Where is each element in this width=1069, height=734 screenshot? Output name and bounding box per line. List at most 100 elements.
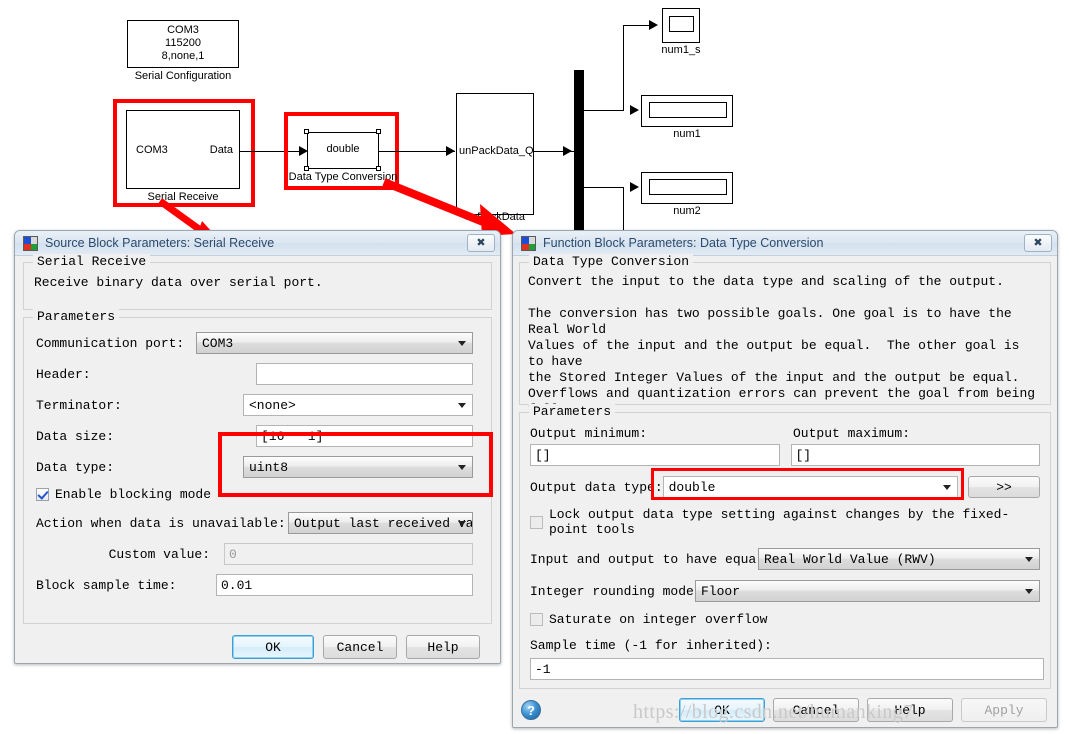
sample-time-input[interactable] [530,658,1044,680]
row-lock-output-data-type[interactable]: Lock output data type setting against ch… [530,507,1040,537]
chevron-down-icon [943,485,951,490]
block-display-num2[interactable] [641,172,733,204]
custom-value-input[interactable] [224,543,473,565]
label-terminator: Terminator: [36,397,122,413]
serial-config-line-1: COM3 [167,24,199,36]
arrow-into-num1s [649,20,658,30]
arrow-into-num1 [630,105,639,115]
label-input-output-equal: Input and output to have equal: [530,551,772,567]
bus-selector-bar[interactable] [574,70,584,230]
communication-port-dropdown[interactable]: COM3 [196,332,473,354]
label-header: Header: [36,366,91,382]
simulink-icon [521,235,536,251]
label-block-sample-time: Block sample time: [36,577,177,593]
row-data-size: Data size: [36,425,481,447]
groupbox-parameters-serial-receive: Parameters Communication port: COM3 Head… [23,309,492,624]
lock-output-data-type-checkbox[interactable] [530,515,543,529]
row-output-data-type: Output data type: double >> [530,476,1040,498]
block-display-num1-s[interactable] [662,8,700,43]
output-maximum-input[interactable] [790,444,1040,466]
num2-readout [649,179,727,195]
simulink-canvas[interactable]: COM3 115200 8,none,1 Serial Configuratio… [0,0,1069,243]
num1-readout [649,102,727,118]
saturate-on-overflow-checkbox[interactable] [530,613,543,626]
label-output-maximum: Output maximum: [793,426,911,441]
selection-handle-tl[interactable] [304,129,309,134]
integer-rounding-mode-value: Floor [701,583,741,599]
label-enable-blocking-mode: Enable blocking mode [55,487,212,502]
function-block-parameters-dialog[interactable]: Function Block Parameters: Data Type Con… [512,230,1058,728]
groupbox-title-parameters-dtc: Parameters [529,404,616,419]
block-serial-receive[interactable]: COM3 Data [126,110,240,189]
serial-receive-port-in: COM3 [136,144,168,156]
row-terminator: Terminator: <none> [36,394,481,416]
row-data-type: Data type: uint8 [36,456,481,478]
row-enable-blocking-mode[interactable]: Enable blocking mode [36,487,481,502]
action-unavailable-dropdown[interactable]: Output last received value [288,512,473,534]
help-button[interactable]: Help [867,698,953,722]
dialog-title-serial-receive: Source Block Parameters: Serial Receive [45,236,275,250]
selection-handle-tr[interactable] [376,129,381,134]
help-icon[interactable]: ? [521,700,541,720]
dialog-title-data-type-conversion: Function Block Parameters: Data Type Con… [543,236,824,250]
terminator-dropdown[interactable]: <none> [243,394,473,416]
groupbox-serial-receive-description: Serial Receive Receive binary data over … [23,254,492,310]
input-output-equal-value: Real World Value (RWV) [764,551,936,567]
output-data-type-dropdown[interactable]: double [662,476,958,498]
chevron-down-icon [458,465,466,470]
output-data-type-value: double [668,479,716,495]
label-communication-port: Communication port: [36,335,185,351]
dialog-body-data-type-conversion: Data Type Conversion Convert the input t… [513,254,1057,730]
num1s-readout [669,16,694,32]
apply-button[interactable]: Apply [961,698,1047,722]
row-saturate-on-overflow[interactable]: Saturate on integer overflow [530,612,1040,627]
show-data-type-assistant-button[interactable]: >> [968,476,1040,498]
wire-bus-branch-bottom [584,187,624,188]
block-data-type-conversion[interactable]: double [307,132,379,169]
block-sample-time-input[interactable] [216,574,473,596]
input-output-equal-dropdown[interactable]: Real World Value (RWV) [758,548,1040,570]
wire-bus-branch-top [584,110,624,111]
serial-receive-description: Receive binary data over serial port. [34,275,323,290]
dialog-titlebar-data-type-conversion[interactable]: Function Block Parameters: Data Type Con… [513,231,1057,256]
simulink-icon [23,235,38,251]
wire-dtc-to-unpackdata [379,151,455,152]
label-output-data-type: Output data type: [530,479,663,495]
row-header: Header: [36,363,481,385]
ok-button[interactable]: OK [232,635,314,659]
dialog-titlebar-serial-receive[interactable]: Source Block Parameters: Serial Receive … [15,231,500,256]
dtc-text: double [326,143,360,155]
help-button[interactable]: Help [406,635,480,659]
cancel-button[interactable]: Cancel [323,635,397,659]
data-type-dropdown[interactable]: uint8 [243,456,473,478]
label-data-size: Data size: [36,428,115,444]
close-icon[interactable]: ✖ [1024,234,1052,252]
dialog-body-serial-receive: Serial Receive Receive binary data over … [15,254,500,667]
enable-blocking-mode-checkbox[interactable] [36,488,49,501]
arrow-into-unpackdata [446,146,455,156]
cancel-button[interactable]: Cancel [773,698,859,722]
label-sample-time: Sample time (-1 for inherited): [530,638,772,653]
integer-rounding-mode-dropdown[interactable]: Floor [695,580,1040,602]
header-input[interactable] [256,363,473,385]
serial-receive-port-out: Data [209,144,233,156]
data-size-input[interactable] [256,425,473,447]
button-row-data-type-conversion: ? OK Cancel Help Apply [519,696,1051,722]
groupbox-title-serial-receive: Serial Receive [33,254,151,269]
row-input-output-equal: Input and output to have equal: Real Wor… [530,548,1040,570]
block-caption-num1: num1 [673,128,701,140]
groupbox-dtc-description: Data Type Conversion Convert the input t… [519,254,1051,433]
label-integer-rounding-mode: Integer rounding mode: [530,583,702,599]
block-caption-num1-s: num1_s [661,44,701,56]
block-serial-configuration[interactable]: COM3 115200 8,none,1 [127,20,239,68]
ok-button[interactable]: OK [679,698,765,722]
chevron-down-icon [1025,589,1033,594]
block-caption-num2: num2 [673,205,701,217]
groupbox-parameters-dtc: Parameters Output minimum: Output maximu… [519,404,1051,689]
row-block-sample-time: Block sample time: [36,574,481,596]
output-minimum-input[interactable] [530,444,780,466]
source-block-parameters-dialog[interactable]: Source Block Parameters: Serial Receive … [14,230,501,664]
close-icon[interactable]: ✖ [467,234,495,252]
unpackdata-text: unPackData_Q [459,145,534,157]
block-display-num1[interactable] [641,95,733,127]
